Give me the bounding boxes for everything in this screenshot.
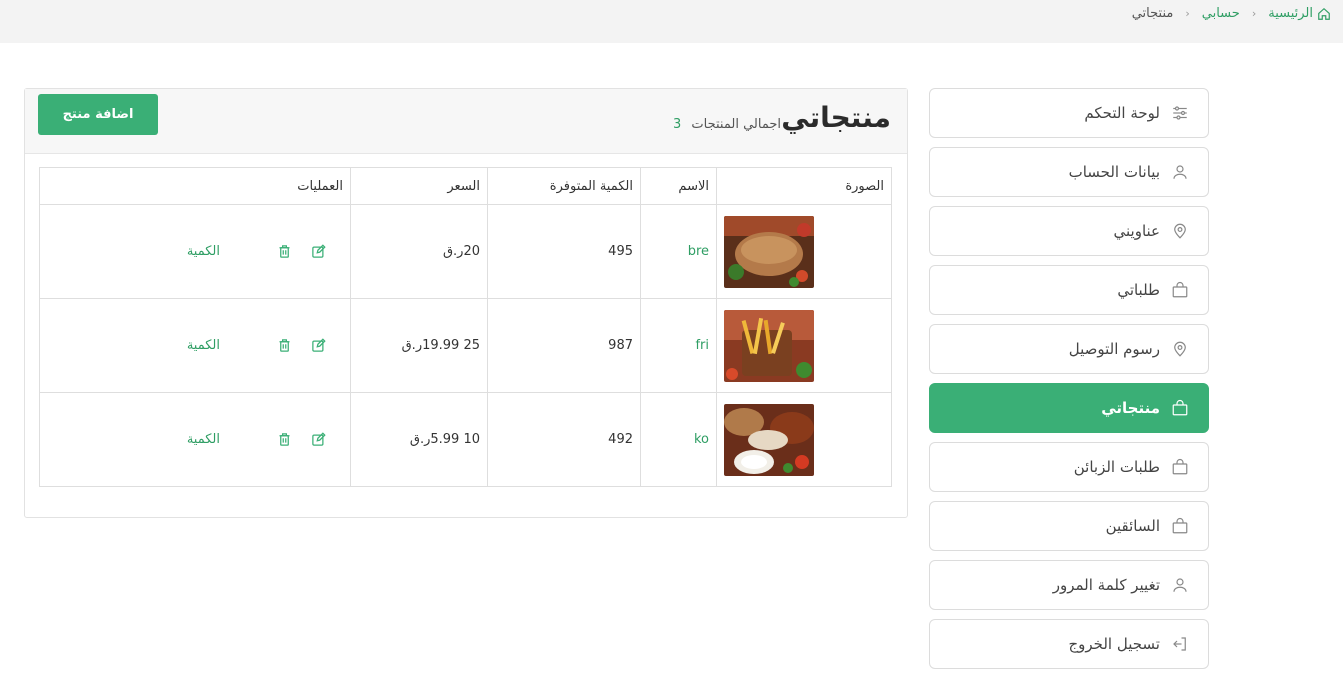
product-image <box>724 309 814 382</box>
header-image: الصورة <box>716 167 892 205</box>
product-price: 25 19.99ر.ق <box>350 298 488 393</box>
sidebar-item-drivers[interactable]: السائقين <box>929 501 1209 551</box>
sidebar-item-label: تسجيل الخروج <box>1068 635 1160 653</box>
table-row: bre 495 20ر.ق الكمية <box>39 204 892 299</box>
sidebar-item-customer-orders[interactable]: طلبات الزبائن <box>929 442 1209 492</box>
product-name-link[interactable]: bre <box>688 244 709 259</box>
bag-icon <box>1170 398 1190 418</box>
breadcrumb-separator: ‹ <box>1251 7 1257 20</box>
sidebar-item-delivery-fees[interactable]: رسوم التوصيل <box>929 324 1209 374</box>
table-row: ko 492 10 5.99ر.ق الكمية <box>39 392 892 487</box>
product-price: 20ر.ق <box>350 204 488 299</box>
sidebar-item-label: لوحة التحكم <box>1084 104 1160 122</box>
product-name-cell: ko <box>640 392 717 487</box>
sidebar-item-label: طلباتي <box>1117 281 1160 299</box>
sidebar-item-label: عناويني <box>1113 222 1161 240</box>
logout-icon <box>1170 634 1190 654</box>
product-image-cell <box>716 298 892 393</box>
product-name-link[interactable]: fri <box>695 338 709 353</box>
map-pin-icon <box>1170 221 1190 241</box>
product-price: 10 5.99ر.ق <box>350 392 488 487</box>
edit-icon[interactable] <box>310 243 326 260</box>
edit-icon[interactable] <box>310 337 326 354</box>
home-icon <box>1318 7 1330 20</box>
sidebar-item-label: منتجاتي <box>1101 399 1160 417</box>
product-quantity: 987 <box>487 298 641 393</box>
sidebar-item-my-orders[interactable]: طلباتي <box>929 265 1209 315</box>
products-total-label: اجمالي المنتجات <box>691 117 781 132</box>
user-icon <box>1170 162 1190 182</box>
sidebar-item-label: رسوم التوصيل <box>1068 340 1160 358</box>
table-row: fri 987 25 19.99ر.ق الكمية <box>39 298 892 393</box>
user-icon <box>1170 575 1190 595</box>
bag-icon <box>1170 516 1190 536</box>
breadcrumb: الرئيسية ‹ حسابي ‹ منتجاتي <box>1132 6 1331 21</box>
product-operations: الكمية <box>39 392 351 487</box>
quantity-link[interactable]: الكمية <box>187 338 220 353</box>
breadcrumb-separator: ‹ <box>1185 7 1190 20</box>
sidebar-item-addresses[interactable]: عناويني <box>929 206 1209 256</box>
breadcrumb-home-label: الرئيسية <box>1268 6 1313 21</box>
edit-icon[interactable] <box>310 431 326 448</box>
sliders-icon <box>1170 103 1190 123</box>
product-operations: الكمية <box>39 298 351 393</box>
quantity-link[interactable]: الكمية <box>187 244 220 259</box>
sidebar-item-label: بيانات الحساب <box>1068 163 1160 181</box>
trash-icon[interactable] <box>276 432 292 448</box>
sidebar-item-change-password[interactable]: تغيير كلمة المرور <box>929 560 1209 610</box>
page-title: منتجاتي <box>781 101 891 134</box>
breadcrumb-bar: الرئيسية ‹ حسابي ‹ منتجاتي <box>0 0 1343 43</box>
header-operations: العمليات <box>39 167 351 205</box>
sidebar-item-label: طلبات الزبائن <box>1073 458 1160 476</box>
trash-icon[interactable] <box>276 338 292 354</box>
sidebar-item-logout[interactable]: تسجيل الخروج <box>929 619 1209 669</box>
panel-header: منتجاتي اجمالي المنتجات 3 اضافة منتج <box>25 89 907 154</box>
products-panel: منتجاتي اجمالي المنتجات 3 اضافة منتج الص… <box>24 88 908 518</box>
breadcrumb-current: منتجاتي <box>1131 6 1174 21</box>
sidebar-item-my-products[interactable]: منتجاتي <box>929 383 1209 433</box>
header-quantity: الكمية المتوفرة <box>487 167 641 205</box>
product-image <box>724 403 814 476</box>
header-price: السعر <box>350 167 488 205</box>
account-sidebar: لوحة التحكم بيانات الحساب عناويني طلباتي… <box>929 88 1209 678</box>
product-image <box>724 215 814 288</box>
sidebar-item-dashboard[interactable]: لوحة التحكم <box>929 88 1209 138</box>
product-image-cell <box>716 204 892 299</box>
bag-icon <box>1170 280 1190 300</box>
breadcrumb-home[interactable]: الرئيسية <box>1268 6 1331 21</box>
product-image-cell <box>716 392 892 487</box>
map-pin-icon <box>1170 339 1190 359</box>
header-name: الاسم <box>640 167 717 205</box>
breadcrumb-account[interactable]: حسابي <box>1202 6 1240 21</box>
add-product-button[interactable]: اضافة منتج <box>38 94 158 135</box>
products-table: الصورة الاسم الكمية المتوفرة السعر العمل… <box>39 167 892 487</box>
product-name-link[interactable]: ko <box>694 432 709 447</box>
sidebar-item-label: السائقين <box>1105 517 1160 535</box>
trash-icon[interactable] <box>276 244 292 260</box>
product-quantity: 495 <box>487 204 641 299</box>
bag-icon <box>1170 457 1190 477</box>
product-quantity: 492 <box>487 392 641 487</box>
sidebar-item-account-data[interactable]: بيانات الحساب <box>929 147 1209 197</box>
product-name-cell: fri <box>640 298 717 393</box>
products-total-count: 3 <box>673 117 682 132</box>
product-operations: الكمية <box>39 204 351 299</box>
sidebar-item-label: تغيير كلمة المرور <box>1052 576 1160 594</box>
table-header-row: الصورة الاسم الكمية المتوفرة السعر العمل… <box>39 167 892 205</box>
quantity-link[interactable]: الكمية <box>187 432 220 447</box>
products-total: اجمالي المنتجات 3 <box>673 117 781 132</box>
product-name-cell: bre <box>640 204 717 299</box>
